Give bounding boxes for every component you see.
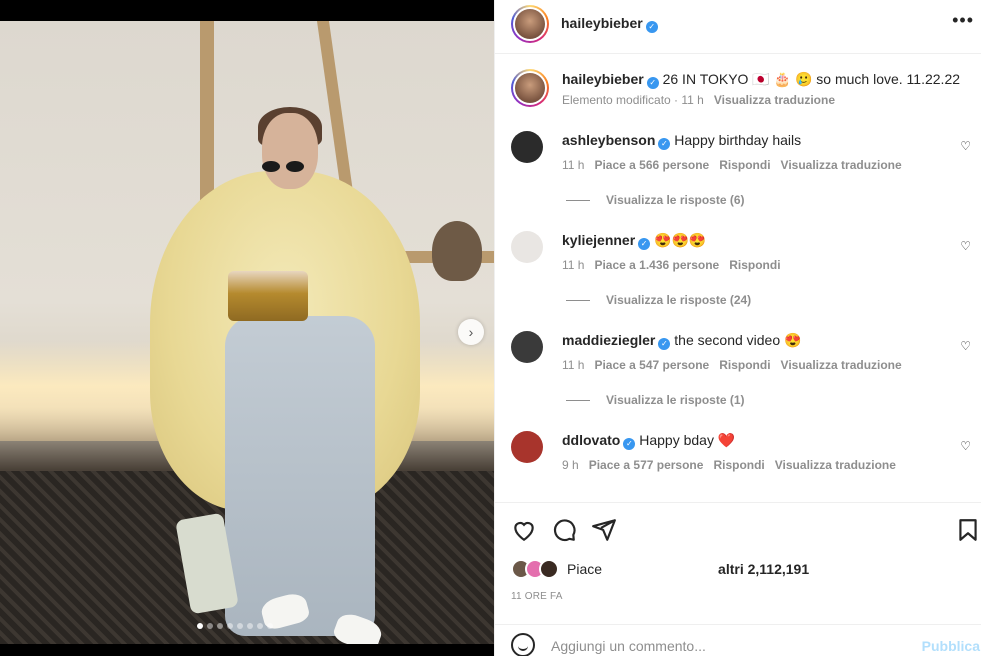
comment-likes[interactable]: Piace a 547 persone [594,358,709,372]
caption-username[interactable]: haileybieber [562,71,644,87]
publish-button[interactable]: Pubblica [922,638,980,654]
comment-time[interactable]: 9 h [562,458,579,472]
view-replies-label: Visualizza le risposte (1) [606,393,745,407]
comment-username[interactable]: maddieziegler [562,332,655,348]
carousel-dot [207,623,213,629]
carousel-dot [237,623,243,629]
verified-badge-icon: ✓ [638,238,651,250]
jeans [225,316,375,636]
comment-bubble-icon[interactable] [551,517,577,543]
comment-reply-button[interactable]: Rispondi [729,258,780,272]
view-replies-button[interactable]: Visualizza le risposte (1) [566,393,745,407]
comment-time[interactable]: 11 h [562,158,584,172]
post-side-panel: haileybieber ✓ ••• haileybieber ✓ 26 IN TO… [494,0,981,656]
comment-username[interactable]: ashleybenson [562,132,655,148]
more-options-icon[interactable]: ••• [952,10,974,31]
comment-text: Happy birthday hails [674,132,802,148]
liker-avatar [539,559,559,579]
gold-top [228,271,308,321]
view-replies-label: Visualizza le risposte (6) [606,193,745,207]
plant-pot [432,221,482,281]
comment-reply-button[interactable]: Rispondi [719,158,770,172]
next-media-button[interactable]: › [458,319,484,345]
chevron-right-icon: › [468,324,474,340]
author-name-row: haileybieber ✓ [561,15,658,33]
verified-badge-icon: ✓ [645,21,658,33]
emoji-picker-icon[interactable] [511,633,535,656]
comment-text: the second video 😍 [674,332,802,348]
comment-likes[interactable]: Piace a 577 persone [589,458,704,472]
comment-translate-link[interactable]: Visualizza traduzione [781,358,902,372]
view-replies-button[interactable]: Visualizza le risposte (24) [566,293,751,307]
comment-translate-link[interactable]: Visualizza traduzione [775,458,896,472]
carousel-dot [247,623,253,629]
comment-avatar[interactable] [511,331,543,363]
likes-summary[interactable]: Piace altri 2,112,191 [511,559,809,579]
view-replies-label: Visualizza le risposte (24) [606,293,752,307]
comment-likes[interactable]: Piace a 566 persone [594,158,709,172]
comment-likes[interactable]: Piace a 1.436 persone [594,258,719,272]
post-time-ago: 11 ORE FA [511,591,563,602]
comment-text: Happy bday ❤️ [639,432,736,448]
comment-like-heart-icon[interactable]: ♡ [960,239,971,253]
comment-input[interactable] [551,635,891,656]
comment-reply-button[interactable]: Rispondi [713,458,764,472]
verified-badge-icon: ✓ [623,438,636,450]
view-replies-button[interactable]: Visualizza le risposte (6) [566,193,745,207]
add-comment-bar: Pubblica [495,624,981,656]
caption-edited-time: Elemento modificato · 11 h [562,93,704,107]
comment-like-heart-icon[interactable]: ♡ [960,339,971,353]
caption-author-avatar[interactable] [511,69,549,107]
post-media: › [0,0,494,656]
comment-translate-link[interactable]: Visualizza traduzione [781,158,902,172]
carousel-dot [227,623,233,629]
sunglasses [262,161,306,173]
comment-time[interactable]: 11 h [562,358,584,372]
share-send-icon[interactable] [591,517,617,543]
comment-username[interactable]: kyliejenner [562,232,635,248]
comment-like-heart-icon[interactable]: ♡ [960,139,971,153]
carousel-dot [197,623,203,629]
like-heart-icon[interactable] [511,517,537,543]
carousel-dot [257,623,263,629]
verified-badge-icon: ✓ [658,338,671,350]
comment-like-heart-icon[interactable]: ♡ [960,439,971,453]
comment-username[interactable]: ddlovato [562,432,620,448]
face [262,113,318,189]
comment-text: 😍😍😍 [654,232,707,248]
caption-text: 26 IN TOKYO 🇯🇵 🎂 🥲 so much love. 11.22.2… [662,71,961,87]
verified-badge-icon: ✓ [658,138,671,150]
comments-list[interactable]: haileybieber ✓ 26 IN TOKYO 🇯🇵 🎂 🥲 so much… [495,55,981,501]
carousel-dots [197,623,273,629]
post-header: haileybieber ✓ ••• [495,0,981,54]
post-actions: Piace altri 2,112,191 11 ORE FA [495,502,981,614]
comment-avatar[interactable] [511,131,543,163]
comment-time[interactable]: 11 h [562,258,584,272]
likes-prefix: Piace [567,561,603,577]
verified-badge-icon: ✓ [646,77,659,89]
comment-reply-button[interactable]: Rispondi [719,358,770,372]
author-username[interactable]: haileybieber [561,15,643,31]
carousel-dot [267,623,273,629]
caption-translate-link[interactable]: Visualizza traduzione [714,93,835,107]
save-bookmark-icon[interactable] [955,517,981,543]
post-photo[interactable] [0,21,494,644]
comment-avatar[interactable] [511,231,543,263]
comment-avatar[interactable] [511,431,543,463]
author-avatar[interactable] [511,5,549,43]
likes-count[interactable]: altri 2,112,191 [718,561,809,577]
carousel-dot [217,623,223,629]
